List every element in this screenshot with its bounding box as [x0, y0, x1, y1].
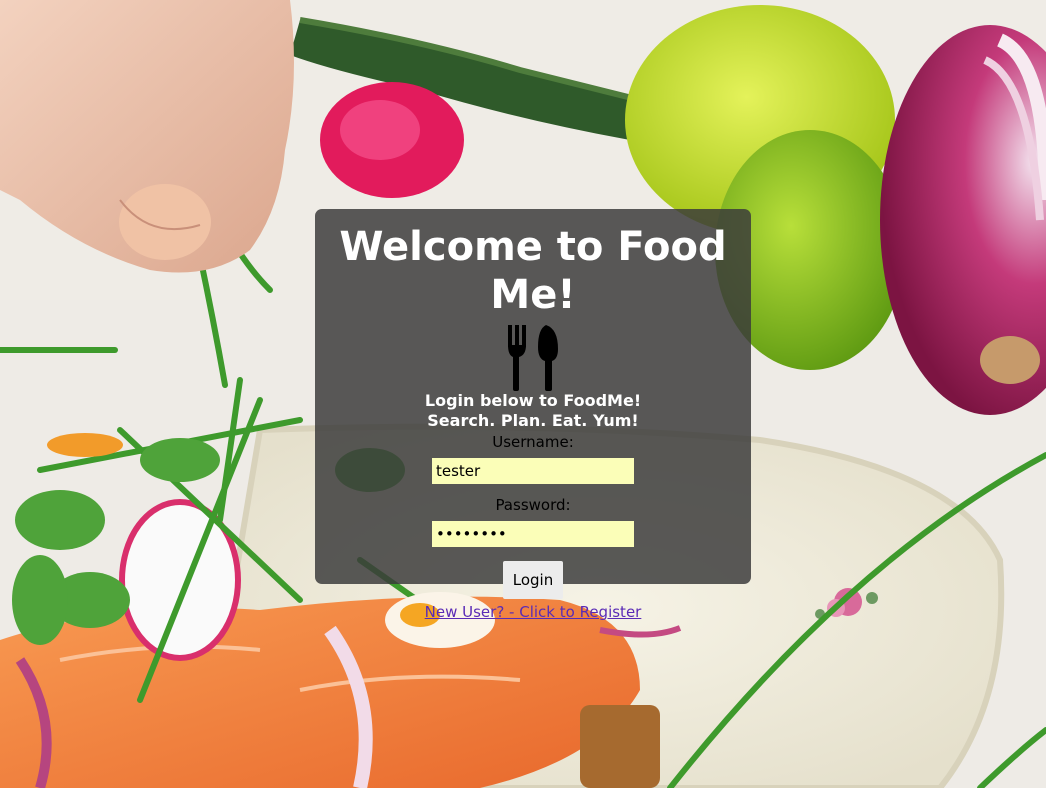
fork-and-knife-icon — [508, 325, 558, 391]
tagline-login: Login below to FoodMe! — [424, 391, 642, 410]
username-label: Username: — [492, 433, 574, 451]
login-button[interactable]: Login — [503, 561, 563, 599]
login-card: Welcome to Food Me! Login below to FoodM… — [315, 209, 751, 621]
password-input[interactable] — [432, 521, 634, 547]
password-label: Password: — [495, 496, 571, 514]
tagline-motto: Search. Plan. Eat. Yum! — [427, 411, 639, 430]
username-input[interactable] — [432, 458, 634, 484]
register-link[interactable]: New User? - Click to Register — [425, 603, 642, 621]
page-title: Welcome to Food Me! — [339, 224, 727, 318]
